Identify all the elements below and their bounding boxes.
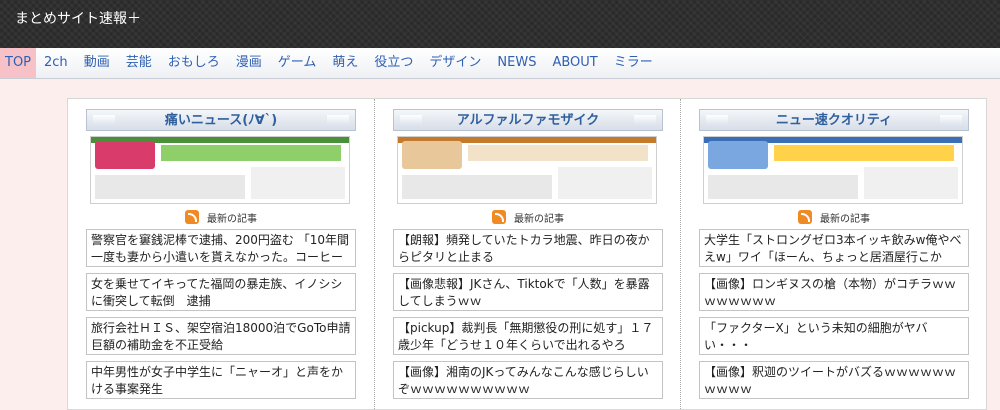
article-link[interactable]: 【朗報】頻発していたトカラ地震、昨日の夜からピタリと止まる [393, 229, 663, 267]
nav-item-funny[interactable]: おもしろ [160, 48, 228, 78]
nav-item-video[interactable]: 動画 [76, 48, 118, 78]
article-link[interactable]: 【画像】ロンギヌスの槍（本物）がコチラｗｗｗｗｗｗｗｗ [699, 273, 969, 311]
nav-item-moe[interactable]: 萌え [324, 48, 366, 78]
site-column: アルファルファモザイク 最新の記事 【朗報】頻発していたトカラ地震、昨日の夜から… [374, 99, 680, 409]
rss-icon[interactable] [492, 210, 506, 224]
site-column: 痛いニュース(ﾉ∀`) 最新の記事 警察官を窶銭泥棒で逮捕、200円盗む 「10… [68, 99, 374, 409]
thumbnail-block [864, 167, 958, 199]
thumbnail-logo [95, 141, 155, 169]
thumbnail-block [161, 145, 341, 161]
site-grid: 痛いニュース(ﾉ∀`) 最新の記事 警察官を窶銭泥棒で逮捕、200円盗む 「10… [67, 98, 987, 410]
column-title[interactable]: ニュー速クオリティ [699, 109, 969, 131]
latest-header: 最新の記事 [393, 209, 663, 225]
article-list: 大学生「ストロングゼロ3本イッキ飲みw俺やべえw」ワイ「ほーん、ちょっと居酒屋行… [699, 229, 986, 399]
nav-item-mirror[interactable]: ミラー [606, 48, 661, 78]
latest-label: 最新の記事 [514, 213, 564, 225]
main-nav: TOP 2ch 動画 芸能 おもしろ 漫画 ゲーム 萌え 役立つ デザイン NE… [0, 48, 1000, 79]
nav-item-useful[interactable]: 役立つ [366, 48, 421, 78]
nav-item-game[interactable]: ゲーム [270, 48, 325, 78]
thumbnail-block [402, 175, 552, 199]
column-title[interactable]: 痛いニュース(ﾉ∀`) [86, 109, 356, 131]
site-thumbnail[interactable] [90, 136, 350, 204]
article-link[interactable]: 中年男性が女子中学生に「ニャーオ」と声をかける事案発生 [86, 361, 356, 399]
article-link[interactable]: 女を乗せてイキってた福岡の暴走族、イノシシに衝突して転倒 逮捕 [86, 273, 356, 311]
site-thumbnail[interactable] [703, 136, 963, 204]
site-header: まとめサイト速報＋ [0, 0, 1000, 48]
nav-item-about[interactable]: ABOUT [544, 48, 605, 78]
site-title[interactable]: まとめサイト速報＋ [15, 10, 141, 28]
latest-header: 最新の記事 [86, 209, 356, 225]
nav-item-manga[interactable]: 漫画 [228, 48, 270, 78]
article-link[interactable]: 【画像悲報】JKさん、Tiktokで「人数」を暴露してしまうｗｗ [393, 273, 663, 311]
nav-item-news[interactable]: NEWS [489, 48, 544, 78]
article-link[interactable]: 大学生「ストロングゼロ3本イッキ飲みw俺やべえw」ワイ「ほーん、ちょっと居酒屋行… [699, 229, 969, 267]
site-thumbnail[interactable] [397, 136, 657, 204]
rss-icon[interactable] [185, 210, 199, 224]
nav-item-top[interactable]: TOP [0, 48, 37, 78]
thumbnail-block [95, 175, 245, 199]
nav-item-2ch[interactable]: 2ch [36, 48, 76, 78]
thumbnail-block [558, 167, 652, 199]
article-link[interactable]: 【画像】釈迦のツイートがバズるｗｗｗｗｗｗｗｗｗｗ [699, 361, 969, 399]
article-link[interactable]: 【pickup】裁判長「無期懲役の刑に処す」１７歳少年「どうせ１０年くらいで出れ… [393, 317, 663, 355]
thumbnail-logo [708, 141, 768, 169]
rss-icon[interactable] [798, 210, 812, 224]
article-link[interactable]: 旅行会社ＨＩＳ、架空宿泊18000泊でGoTo申請巨額の補助金を不正受給 [86, 317, 356, 355]
site-column: ニュー速クオリティ 最新の記事 大学生「ストロングゼロ3本イッキ飲みw俺やべえw… [680, 99, 986, 409]
nav-item-entertainment[interactable]: 芸能 [118, 48, 160, 78]
column-title[interactable]: アルファルファモザイク [393, 109, 663, 131]
article-list: 警察官を窶銭泥棒で逮捕、200円盗む 「10年間一度も妻から小遣いを貰えなかった… [86, 229, 374, 399]
thumbnail-logo [402, 141, 462, 169]
thumbnail-block [251, 167, 345, 199]
article-link[interactable]: 【画像】湘南のJKってみんなこんな感じらしいぞｗｗｗｗｗｗｗｗｗｗ [393, 361, 663, 399]
article-link[interactable]: 警察官を窶銭泥棒で逮捕、200円盗む 「10年間一度も妻から小遣いを貰えなかった… [86, 229, 356, 267]
latest-label: 最新の記事 [820, 213, 870, 225]
thumbnail-block [468, 145, 648, 161]
article-link[interactable]: 「ファクターX」という未知の細胞がヤバい・・・ [699, 317, 969, 355]
thumbnail-block [774, 145, 954, 161]
article-list: 【朗報】頻発していたトカラ地震、昨日の夜からピタリと止まる 【画像悲報】JKさん… [393, 229, 680, 399]
latest-header: 最新の記事 [699, 209, 969, 225]
nav-item-design[interactable]: デザイン [421, 48, 489, 78]
latest-label: 最新の記事 [207, 213, 257, 225]
thumbnail-block [708, 175, 858, 199]
